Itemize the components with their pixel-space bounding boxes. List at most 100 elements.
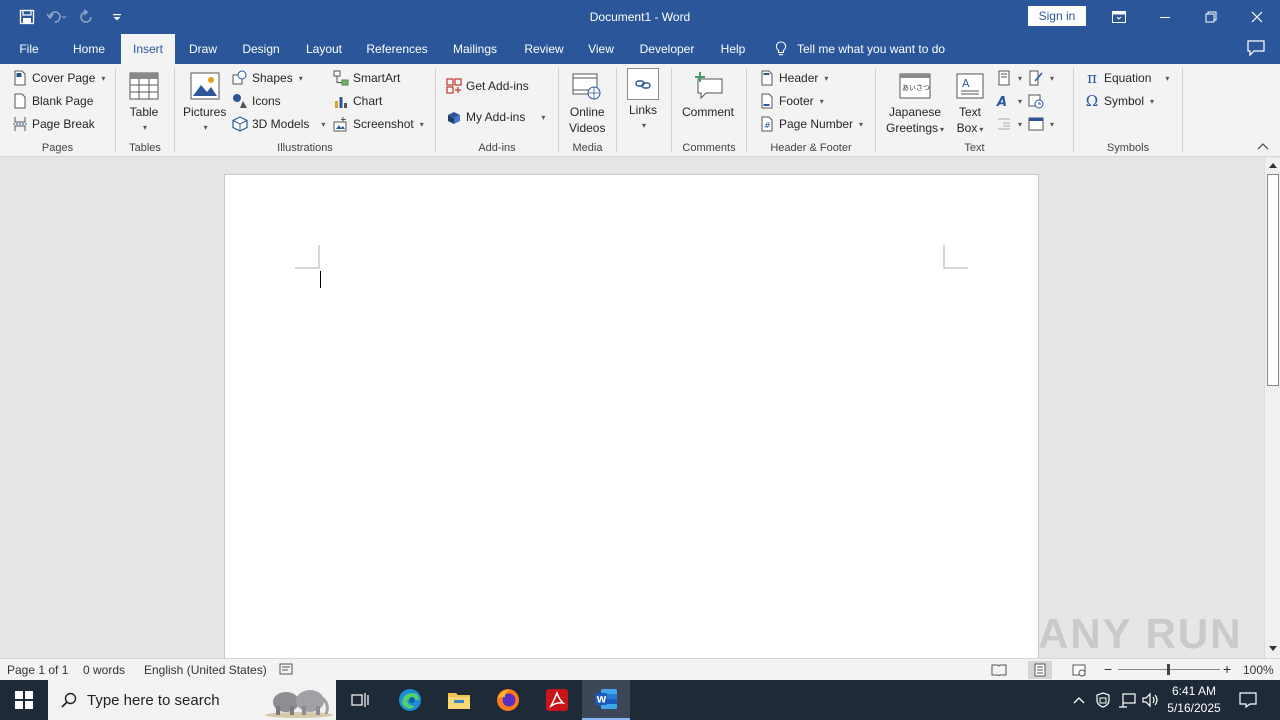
group-addins: Get Add-ins My Add-ins ▾ Add-ins — [436, 64, 558, 157]
anyrun-watermark: ANY RUN — [1038, 610, 1243, 657]
shapes-button[interactable]: Shapes ▾ — [232, 68, 303, 88]
japanese-greetings-button[interactable]: あいさつ Japanese Greetings ▾ — [886, 70, 944, 138]
language-status[interactable]: English (United States) — [144, 663, 267, 677]
page-break-button[interactable]: Page Break — [12, 114, 95, 134]
collapse-ribbon-icon[interactable] — [1256, 140, 1272, 154]
restore-icon[interactable] — [1188, 0, 1234, 34]
group-label-header-footer: Header & Footer — [770, 142, 852, 154]
japanese-icon-text: あいさつ — [902, 84, 930, 92]
tab-home[interactable]: Home — [64, 34, 114, 64]
acrobat-icon[interactable] — [533, 680, 581, 720]
task-view-icon[interactable] — [336, 680, 384, 720]
scroll-down-icon[interactable] — [1268, 645, 1278, 653]
cover-page-button[interactable]: Cover Page ▾ — [12, 68, 105, 88]
lightbulb-icon — [775, 41, 787, 56]
read-mode-icon[interactable] — [987, 661, 1011, 679]
close-icon[interactable] — [1234, 0, 1280, 34]
page-break-icon — [12, 116, 28, 132]
comments-icon[interactable] — [1247, 40, 1267, 58]
3d-models-button[interactable]: 3D Models ▾ — [232, 114, 325, 134]
ribbon-tabs: File Home Insert Draw Design Layout Refe… — [0, 34, 1280, 64]
links-button[interactable]: Links ▾ — [627, 68, 659, 134]
online-videos-button[interactable]: Online Videos — [569, 70, 605, 136]
date-time-button[interactable] — [1028, 91, 1044, 111]
group-tables: Table ▾ Tables — [116, 64, 174, 157]
zoom-in-icon[interactable]: + — [1223, 661, 1231, 677]
vertical-scrollbar[interactable] — [1264, 158, 1280, 658]
file-explorer-icon[interactable] — [435, 680, 483, 720]
tab-help[interactable]: Help — [712, 34, 754, 64]
notifications-icon[interactable] — [1234, 680, 1262, 720]
network-icon[interactable] — [1117, 680, 1137, 720]
text-box-button[interactable]: A Text Box ▾ — [954, 70, 986, 138]
page-count[interactable]: Page 1 of 1 — [7, 663, 68, 677]
taskbar-clock[interactable]: 6:41 AM 5/16/2025 — [1160, 683, 1228, 717]
edge-icon[interactable] — [386, 680, 434, 720]
margin-corner-top-left — [295, 245, 320, 269]
tab-references[interactable]: References — [362, 34, 432, 64]
zoom-slider-thumb[interactable] — [1167, 664, 1170, 675]
tab-design[interactable]: Design — [234, 34, 288, 64]
table-button[interactable]: Table ▾ — [128, 70, 160, 136]
web-layout-icon[interactable] — [1067, 661, 1091, 679]
print-layout-icon[interactable] — [1028, 661, 1052, 679]
tab-insert[interactable]: Insert — [121, 34, 175, 64]
scrollbar-thumb[interactable] — [1267, 174, 1279, 386]
pictures-button[interactable]: Pictures ▾ — [183, 70, 226, 136]
wordart-button[interactable]: A ▾ — [996, 91, 1022, 111]
windows-start-icon[interactable] — [0, 680, 48, 720]
smartart-icon — [333, 70, 349, 86]
word-taskbar-icon[interactable]: W — [582, 680, 630, 720]
zoom-level[interactable]: 100% — [1243, 663, 1274, 677]
firefox-icon[interactable] — [484, 680, 532, 720]
group-media: Online Videos Media — [559, 64, 616, 157]
tell-me-search[interactable]: Tell me what you want to do — [775, 34, 945, 64]
tab-mailings[interactable]: Mailings — [445, 34, 505, 64]
get-addins-button[interactable]: Get Add-ins — [446, 76, 529, 96]
signature-line-icon — [1028, 70, 1044, 86]
chart-icon — [333, 93, 349, 109]
header-button[interactable]: Header ▾ — [759, 68, 828, 88]
minimize-icon[interactable] — [1142, 0, 1188, 34]
my-addins-button[interactable]: My Add-ins ▾ — [446, 107, 545, 127]
chart-button[interactable]: Chart — [333, 91, 382, 111]
proofing-icon[interactable] — [279, 662, 293, 679]
defender-icon[interactable] — [1094, 680, 1112, 720]
zoom-out-icon[interactable]: − — [1104, 661, 1112, 677]
word-count[interactable]: 0 words — [83, 663, 125, 677]
comment-button[interactable]: Comment — [682, 70, 734, 120]
ribbon-display-options-icon[interactable] — [1096, 0, 1142, 34]
equation-button[interactable]: π Equation ▾ — [1084, 68, 1169, 88]
quick-parts-button[interactable]: ▾ — [996, 68, 1022, 88]
cover-page-icon — [12, 70, 28, 86]
volume-icon[interactable] — [1141, 680, 1161, 720]
wordart-icon: A — [996, 93, 1012, 109]
scroll-up-icon[interactable] — [1268, 161, 1278, 169]
tab-layout[interactable]: Layout — [298, 34, 350, 64]
sign-in-button[interactable]: Sign in — [1028, 6, 1086, 26]
shapes-icon — [232, 70, 248, 86]
signature-line-button[interactable]: ▾ — [1028, 68, 1054, 88]
drop-cap-button[interactable]: ▾ — [996, 114, 1022, 134]
tell-me-text: Tell me what you want to do — [797, 42, 946, 56]
group-links: Links ▾ — [617, 64, 671, 157]
symbol-button[interactable]: Ω Symbol ▾ — [1084, 91, 1154, 111]
tab-developer[interactable]: Developer — [632, 34, 702, 64]
show-hidden-icons-icon[interactable] — [1070, 680, 1088, 720]
tab-view[interactable]: View — [582, 34, 620, 64]
icons-button[interactable]: Icons — [232, 91, 281, 111]
screenshot-button[interactable]: Screenshot ▾ — [333, 114, 424, 134]
smartart-button[interactable]: SmartArt — [333, 68, 400, 88]
document-page[interactable] — [224, 174, 1039, 658]
tab-file[interactable]: File — [8, 34, 50, 64]
document-title: Document1 - Word — [589, 10, 691, 24]
blank-page-button[interactable]: Blank Page — [12, 91, 93, 111]
taskbar-search-box[interactable]: Type here to search — [48, 680, 336, 720]
page-number-button[interactable]: # Page Number ▾ — [759, 114, 863, 134]
object-button[interactable]: ▾ — [1028, 114, 1054, 134]
tab-review[interactable]: Review — [518, 34, 570, 64]
tab-draw[interactable]: Draw — [182, 34, 224, 64]
footer-button[interactable]: Footer ▾ — [759, 91, 824, 111]
group-pages: Cover Page ▾ Blank Page Page Break Pages — [0, 64, 115, 157]
group-symbols: π Equation ▾ Ω Symbol ▾ Symbols — [1074, 64, 1182, 157]
